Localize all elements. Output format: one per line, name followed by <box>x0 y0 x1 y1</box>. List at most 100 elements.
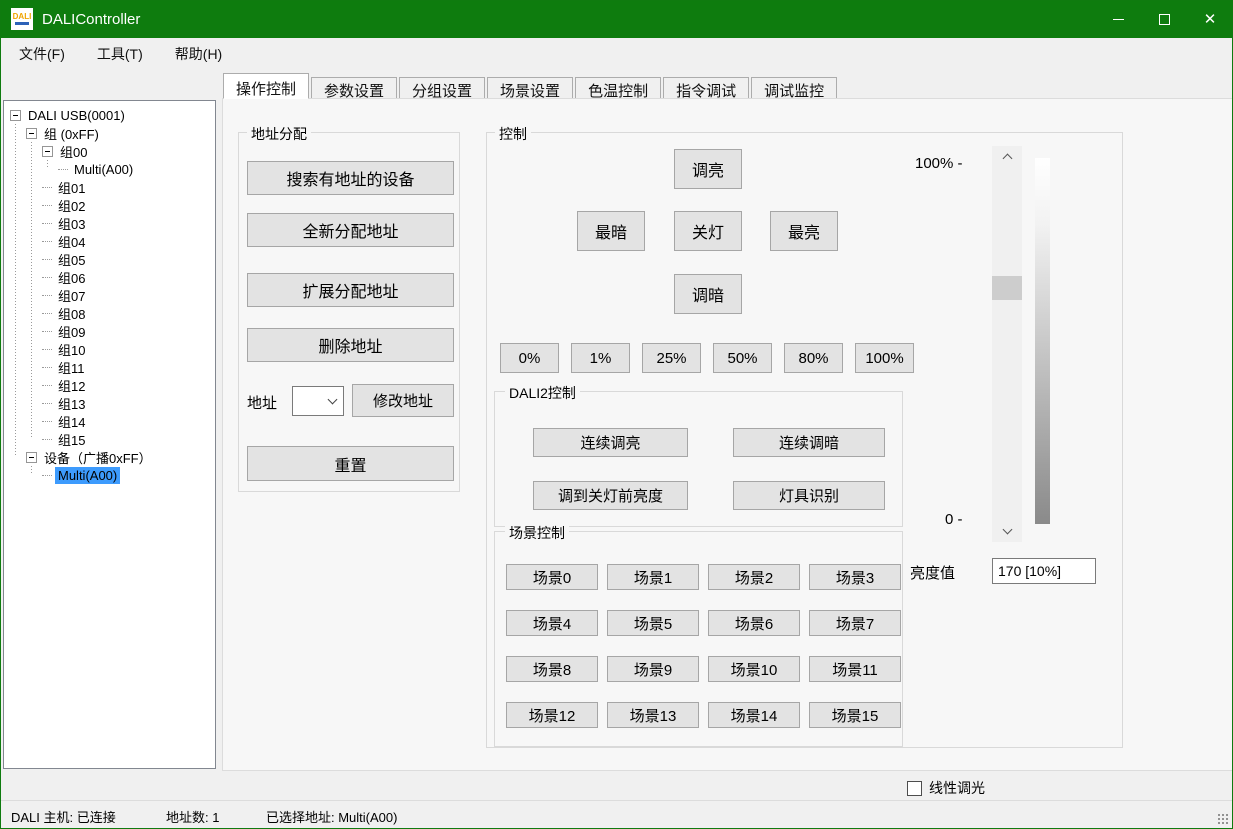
tree-item-19[interactable]: 设备（广播0xFF） <box>4 448 215 466</box>
tree-item-7[interactable]: 组04 <box>4 232 215 250</box>
tree-item-17[interactable]: 组14 <box>4 412 215 430</box>
chevron-down-icon <box>1002 525 1012 535</box>
tree-item-3[interactable]: Multi(A00) <box>4 160 215 178</box>
menu-item-2[interactable]: 帮助(H) <box>161 38 236 70</box>
tree-item-9[interactable]: 组06 <box>4 268 215 286</box>
linear-dimming-checkbox[interactable] <box>907 781 922 796</box>
tab-1[interactable]: 参数设置 <box>311 77 397 99</box>
tree-item-6[interactable]: 组03 <box>4 214 215 232</box>
dali2-control-group: DALI2控制 连续调亮 连续调暗 调到关灯前亮度 灯具识别 <box>494 391 903 527</box>
percent-button-25%[interactable]: 25% <box>642 343 701 373</box>
dim-down-button[interactable]: 调暗 <box>674 274 742 314</box>
scene-button-3[interactable]: 场景3 <box>809 564 901 590</box>
tree-connector <box>42 295 52 296</box>
menu-item-1[interactable]: 工具(T) <box>83 38 157 70</box>
scene-button-13[interactable]: 场景13 <box>607 702 699 728</box>
scene-button-15[interactable]: 场景15 <box>809 702 901 728</box>
address-assignment-group: 地址分配 地址 修改地址 重置 搜索有地址的设备全新分配地址扩展分配地址删除地址 <box>238 132 460 492</box>
minimize-button[interactable] <box>1095 0 1141 38</box>
tree-guide-line <box>15 124 16 457</box>
tab-3[interactable]: 场景设置 <box>487 77 573 99</box>
tab-5[interactable]: 指令调试 <box>663 77 749 99</box>
tree-item-4[interactable]: 组01 <box>4 178 215 196</box>
tree-item-5[interactable]: 组02 <box>4 196 215 214</box>
scene-button-5[interactable]: 场景5 <box>607 610 699 636</box>
address-group-button-0[interactable]: 搜索有地址的设备 <box>247 161 454 195</box>
address-group-button-3[interactable]: 删除地址 <box>247 328 454 362</box>
scroll-down-button[interactable] <box>992 523 1022 540</box>
scene-button-6[interactable]: 场景6 <box>708 610 800 636</box>
scene-group-title: 场景控制 <box>505 523 569 543</box>
tree-connector <box>42 439 52 440</box>
tree-item-label: DALI USB(0001) <box>25 107 128 124</box>
close-icon: ✕ <box>1204 12 1217 27</box>
scene-button-12[interactable]: 场景12 <box>506 702 598 728</box>
percent-button-80%[interactable]: 80% <box>784 343 843 373</box>
resize-grip-icon[interactable] <box>1217 813 1229 825</box>
continuous-dim-down-button[interactable]: 连续调暗 <box>733 428 885 457</box>
lamp-off-button[interactable]: 关灯 <box>674 211 742 251</box>
tree-expander-icon[interactable] <box>26 128 37 139</box>
tab-4[interactable]: 色温控制 <box>575 77 661 99</box>
tree-item-16[interactable]: 组13 <box>4 394 215 412</box>
tree-item-8[interactable]: 组05 <box>4 250 215 268</box>
tree-connector <box>42 421 52 422</box>
percent-button-0%[interactable]: 0% <box>500 343 559 373</box>
tree-item-14[interactable]: 组11 <box>4 358 215 376</box>
tree-item-18[interactable]: 组15 <box>4 430 215 448</box>
tree-item-12[interactable]: 组09 <box>4 322 215 340</box>
percent-button-100%[interactable]: 100% <box>855 343 914 373</box>
percent-button-1%[interactable]: 1% <box>571 343 630 373</box>
percent-button-50%[interactable]: 50% <box>713 343 772 373</box>
menu-item-0[interactable]: 文件(F) <box>5 38 79 70</box>
title-bar: DALI DALIController ✕ <box>0 0 1233 38</box>
address-group-button-1[interactable]: 全新分配地址 <box>247 213 454 247</box>
scene-button-10[interactable]: 场景10 <box>708 656 800 682</box>
tree-guide-line <box>47 160 48 169</box>
scene-button-4[interactable]: 场景4 <box>506 610 598 636</box>
close-button[interactable]: ✕ <box>1187 0 1233 38</box>
luminaire-identify-button[interactable]: 灯具识别 <box>733 481 885 510</box>
brightness-scrollbar[interactable] <box>992 146 1022 542</box>
tab-0[interactable]: 操作控制 <box>223 73 309 99</box>
window-title: DALIController <box>42 11 140 28</box>
recall-pre-off-level-button[interactable]: 调到关灯前亮度 <box>533 481 688 510</box>
brightness-value-field[interactable]: 170 [10%] <box>992 558 1096 584</box>
min-button[interactable]: 最暗 <box>577 211 645 251</box>
tab-2[interactable]: 分组设置 <box>399 77 485 99</box>
reset-button[interactable]: 重置 <box>247 446 454 481</box>
address-combobox[interactable] <box>292 386 344 416</box>
maximize-button[interactable] <box>1141 0 1187 38</box>
tree-connector <box>42 187 52 188</box>
status-bar: DALI 主机: 已连接地址数: 1已选择地址: Multi(A00) <box>1 800 1232 828</box>
tree-expander-icon[interactable] <box>26 452 37 463</box>
tree-item-0[interactable]: DALI USB(0001) <box>4 106 215 124</box>
scene-button-8[interactable]: 场景8 <box>506 656 598 682</box>
scroll-up-button[interactable] <box>992 148 1022 165</box>
scene-button-11[interactable]: 场景11 <box>809 656 901 682</box>
max-button[interactable]: 最亮 <box>770 211 838 251</box>
tab-6[interactable]: 调试监控 <box>751 77 837 99</box>
scrollbar-thumb[interactable] <box>992 276 1022 300</box>
chevron-up-icon <box>1002 154 1012 164</box>
tree-item-2[interactable]: 组00 <box>4 142 215 160</box>
tree-item-20[interactable]: Multi(A00) <box>4 466 215 484</box>
tree-item-15[interactable]: 组12 <box>4 376 215 394</box>
scene-button-9[interactable]: 场景9 <box>607 656 699 682</box>
tree-item-10[interactable]: 组07 <box>4 286 215 304</box>
tree-item-11[interactable]: 组08 <box>4 304 215 322</box>
continuous-dim-up-button[interactable]: 连续调亮 <box>533 428 688 457</box>
address-group-button-2[interactable]: 扩展分配地址 <box>247 273 454 307</box>
scene-button-14[interactable]: 场景14 <box>708 702 800 728</box>
tree-item-13[interactable]: 组10 <box>4 340 215 358</box>
tree-item-1[interactable]: 组 (0xFF) <box>4 124 215 142</box>
modify-address-button[interactable]: 修改地址 <box>352 384 454 417</box>
scene-button-1[interactable]: 场景1 <box>607 564 699 590</box>
tree-expander-icon[interactable] <box>10 110 21 121</box>
brightness-gradient-bar <box>1035 158 1050 524</box>
tree-expander-icon[interactable] <box>42 146 53 157</box>
scene-button-0[interactable]: 场景0 <box>506 564 598 590</box>
scene-button-2[interactable]: 场景2 <box>708 564 800 590</box>
dim-up-button[interactable]: 调亮 <box>674 149 742 189</box>
scene-button-7[interactable]: 场景7 <box>809 610 901 636</box>
